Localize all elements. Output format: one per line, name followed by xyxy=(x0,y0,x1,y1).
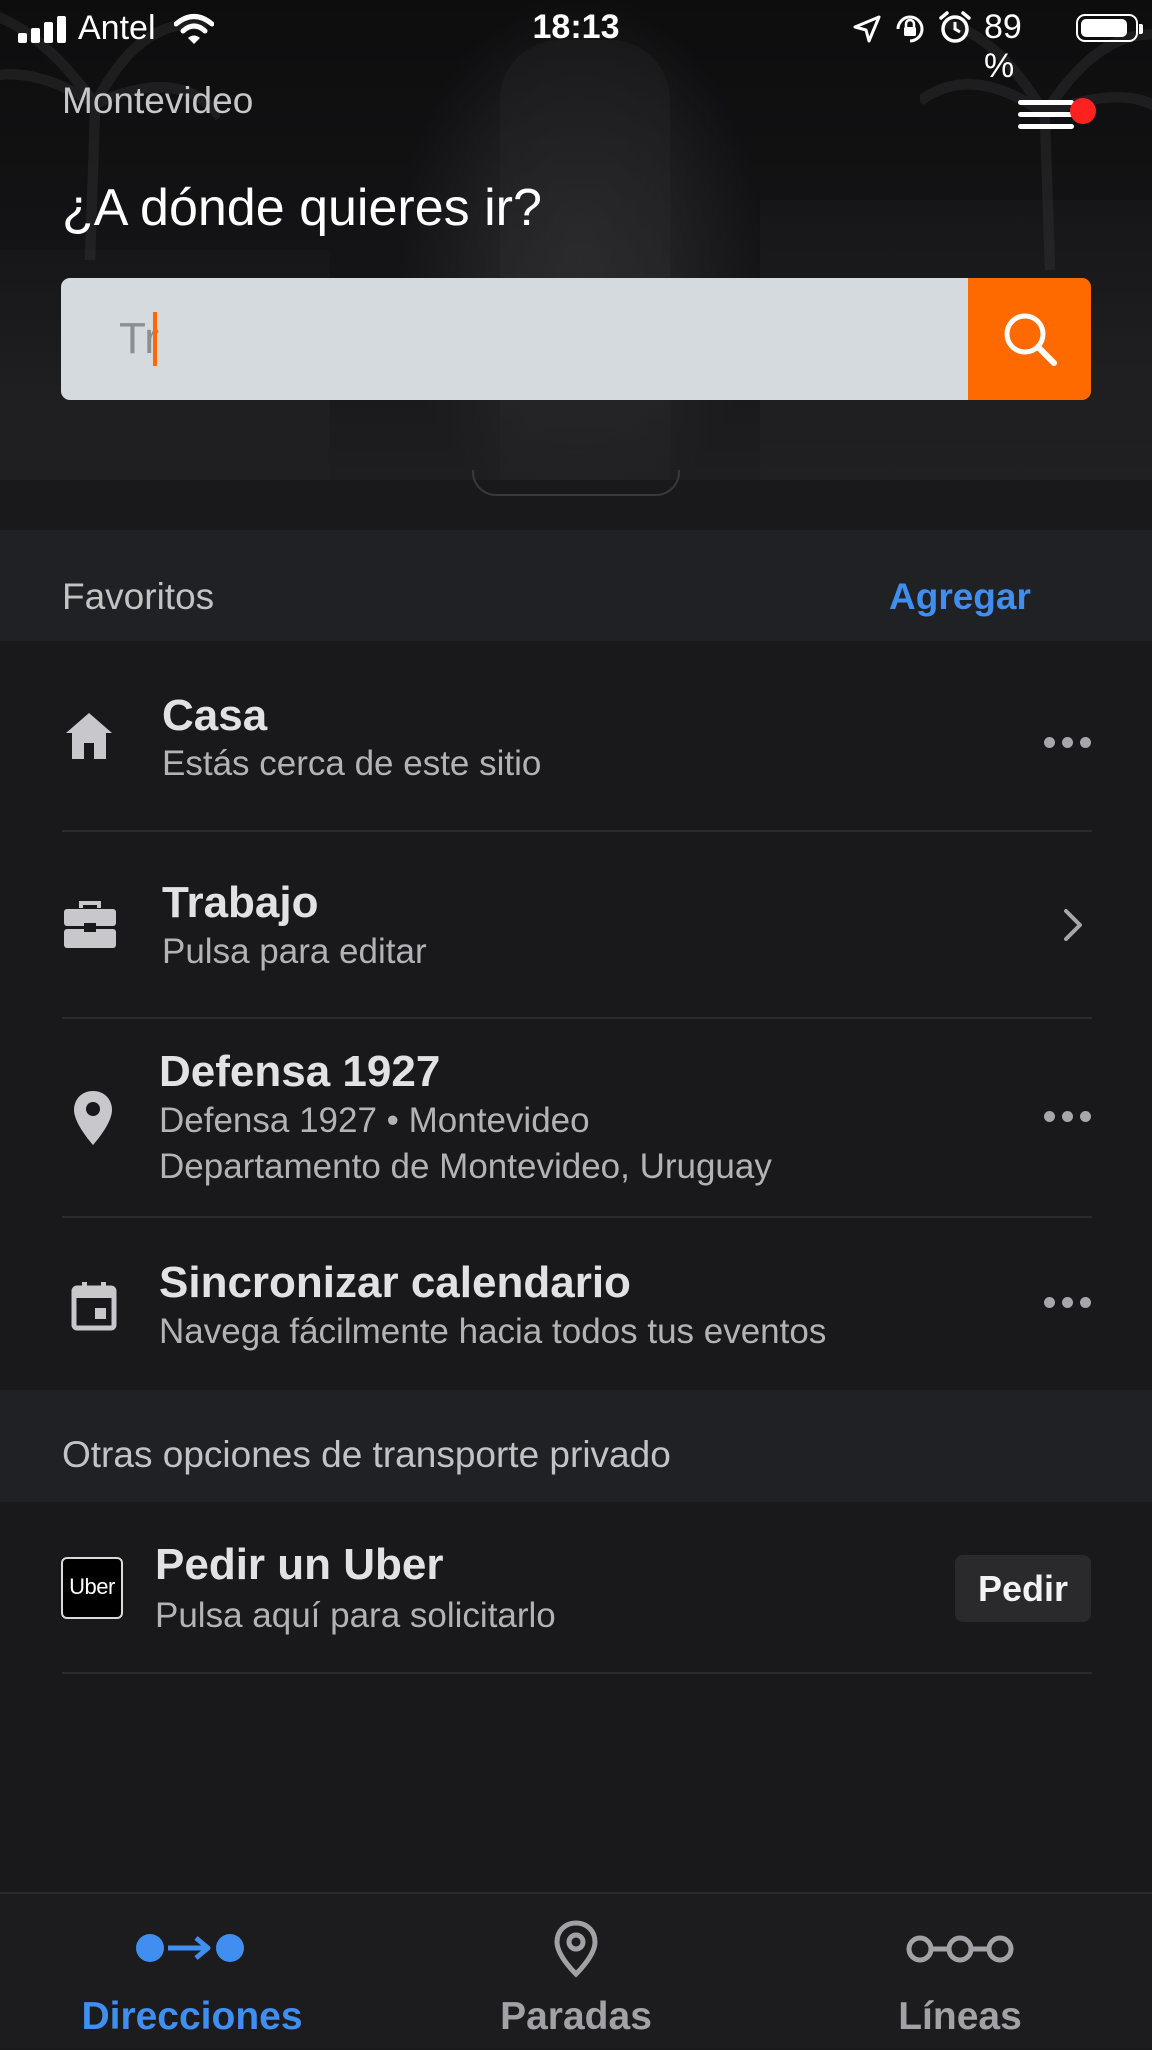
header: Antel 18:13 89 % Montevideo ¿A dónde qui… xyxy=(0,0,1152,480)
divider xyxy=(62,1672,1092,1674)
favorite-subtitle: Navega fácilmente hacia todos tus evento… xyxy=(159,1312,827,1351)
transport-header: Otras opciones de transporte privado xyxy=(0,1390,1152,1502)
tab-bar: Direcciones Paradas Líneas xyxy=(0,1892,1152,2048)
directions-icon xyxy=(136,1934,244,1962)
location-pin-icon xyxy=(74,1091,112,1145)
favorite-subtitle: Pulsa para editar xyxy=(162,932,427,971)
favorites-header: Favoritos Agregar xyxy=(0,530,1152,641)
transport-title: Otras opciones de transporte privado xyxy=(62,1434,671,1475)
location-arrow-icon xyxy=(853,15,881,43)
menu-button[interactable] xyxy=(1012,90,1096,142)
rotation-lock-icon xyxy=(896,15,924,43)
notification-dot xyxy=(1070,98,1096,124)
favorite-subtitle: Estás cerca de este sitio xyxy=(162,744,542,783)
add-favorite-button[interactable]: Agregar xyxy=(889,576,1031,618)
calendar-icon xyxy=(71,1282,117,1331)
favorites-title: Favoritos xyxy=(62,576,215,617)
more-icon[interactable] xyxy=(1044,1111,1092,1123)
tab-direcciones[interactable]: Direcciones xyxy=(0,1894,384,2050)
favorite-title: Casa xyxy=(162,691,268,740)
city-label: Montevideo xyxy=(62,80,254,121)
favorite-subtitle: Defensa 1927 • Montevideo xyxy=(159,1101,590,1140)
more-icon[interactable] xyxy=(1044,737,1092,749)
search-input[interactable] xyxy=(119,278,939,400)
stop-pin-icon xyxy=(554,1920,598,1978)
battery-level xyxy=(1081,19,1127,37)
battery-percentage: 89 % xyxy=(984,8,1022,85)
tab-label: Paradas xyxy=(500,1995,652,2038)
uber-logo: Uber xyxy=(61,1557,123,1619)
status-bar: Antel 18:13 89 % xyxy=(0,0,1152,85)
favorite-item-calendar[interactable]: Sincronizar calendario Navega fácilmente… xyxy=(0,1218,1152,1390)
page-title: ¿A dónde quieres ir? xyxy=(62,179,542,237)
lines-icon xyxy=(906,1935,1014,1963)
tab-lineas[interactable]: Líneas xyxy=(768,1894,1152,2050)
text-caret xyxy=(153,312,157,366)
battery-icon xyxy=(1076,14,1143,42)
search-icon xyxy=(1004,313,1057,366)
background-building-image xyxy=(500,40,670,480)
search-button[interactable] xyxy=(968,278,1091,400)
tab-label: Direcciones xyxy=(81,1995,303,2038)
favorite-item-defensa[interactable]: Defensa 1927 Defensa 1927 • Montevideo D… xyxy=(0,1019,1152,1217)
uber-title: Pedir un Uber xyxy=(155,1540,444,1589)
request-uber-button[interactable]: Pedir xyxy=(955,1555,1091,1622)
favorite-item-casa[interactable]: Casa Estás cerca de este sitio xyxy=(0,641,1152,831)
tab-label: Líneas xyxy=(898,1995,1022,2038)
favorite-item-trabajo[interactable]: Trabajo Pulsa para editar xyxy=(0,832,1152,1018)
hamburger-menu-icon xyxy=(1018,100,1074,105)
briefcase-icon xyxy=(64,901,116,948)
uber-subtitle: Pulsa aquí para solicitarlo xyxy=(155,1596,556,1635)
search-field[interactable] xyxy=(61,278,968,400)
alarm-icon xyxy=(939,11,971,43)
clock: 18:13 xyxy=(532,8,620,46)
favorite-subtitle-secondary: Departamento de Montevideo, Uruguay xyxy=(159,1147,772,1186)
home-icon xyxy=(66,713,112,759)
more-icon[interactable] xyxy=(1044,1297,1092,1309)
favorite-title: Defensa 1927 xyxy=(159,1047,441,1096)
tab-paradas[interactable]: Paradas xyxy=(384,1894,768,2050)
favorite-title: Trabajo xyxy=(162,878,319,927)
favorite-title: Sincronizar calendario xyxy=(159,1258,631,1307)
drag-handle[interactable] xyxy=(472,470,680,496)
chevron-right-icon xyxy=(1064,909,1082,941)
